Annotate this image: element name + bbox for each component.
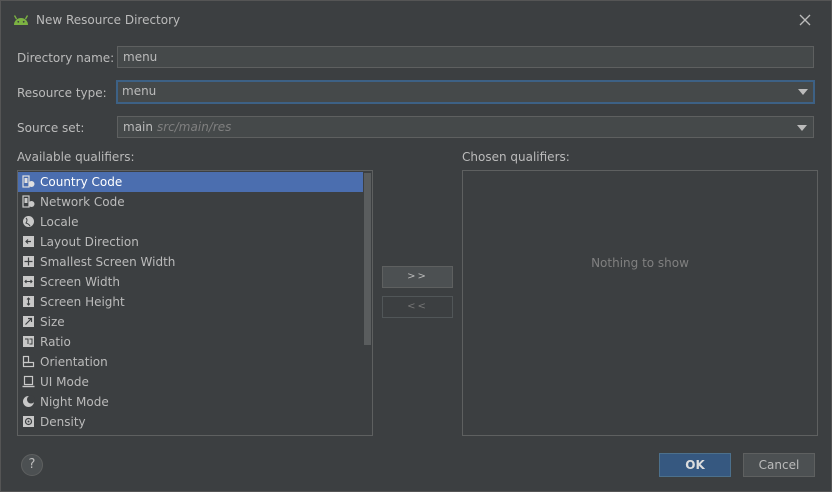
window-title: New Resource Directory <box>36 13 181 27</box>
orientation-icon <box>22 355 35 368</box>
country-code-icon <box>22 175 35 188</box>
add-qualifier-button[interactable]: >> <box>382 266 453 288</box>
source-set-value: main <box>123 120 153 134</box>
size-icon <box>23 316 34 327</box>
qualifier-item-orientation[interactable]: Orientation <box>18 352 363 372</box>
source-set-path-hint: src/main/res <box>156 120 232 134</box>
qualifier-item-density[interactable]: Density <box>18 412 363 432</box>
ratio-icon <box>23 336 34 347</box>
directory-name-input[interactable] <box>117 46 814 68</box>
screen-width-icon <box>23 276 34 287</box>
chevron-down-icon <box>798 89 808 95</box>
qualifier-item-size[interactable]: Size <box>18 312 363 332</box>
qualifier-item-night-mode[interactable]: Night Mode <box>18 392 363 412</box>
layout-direction-icon <box>23 236 34 247</box>
qualifier-label: Density <box>40 415 86 429</box>
qualifier-label: Layout Direction <box>40 235 139 249</box>
new-resource-directory-dialog: New Resource Directory Directory name: R… <box>0 0 832 492</box>
globe-icon <box>23 216 34 227</box>
qualifier-item-screen-height[interactable]: Screen Height <box>18 292 363 312</box>
chosen-qualifiers-list[interactable]: Nothing to show <box>462 170 818 436</box>
qualifier-item-screen-width[interactable]: Screen Width <box>18 272 363 292</box>
qualifier-label: Network Code <box>40 195 125 209</box>
smallest-width-icon <box>23 256 34 267</box>
qualifier-item-locale[interactable]: Locale <box>18 212 363 232</box>
ui-mode-icon <box>22 375 35 388</box>
source-set-select[interactable]: main src/main/res <box>117 116 814 138</box>
qualifier-item-country-code[interactable]: Country Code <box>18 172 363 192</box>
resource-type-value: menu <box>122 84 157 98</box>
help-button[interactable]: ? <box>21 454 43 476</box>
density-icon <box>23 416 34 427</box>
close-icon[interactable] <box>797 12 813 28</box>
scrollbar-thumb[interactable] <box>364 173 371 345</box>
qualifier-item-ui-mode[interactable]: UI Mode <box>18 372 363 392</box>
qualifier-label: Night Mode <box>40 395 109 409</box>
empty-list-message: Nothing to show <box>591 256 689 270</box>
qualifier-label: Screen Width <box>40 275 120 289</box>
qualifier-label: Ratio <box>40 335 71 349</box>
available-qualifiers-list[interactable]: Country Code Network Code Locale Layout … <box>17 170 373 436</box>
qualifier-label: Locale <box>40 215 79 229</box>
qualifier-item-ratio[interactable]: Ratio <box>18 332 363 352</box>
network-code-icon <box>22 195 35 208</box>
source-set-label: Source set: <box>17 121 85 135</box>
qualifiers-scrollbar[interactable] <box>363 171 372 435</box>
night-mode-icon <box>23 395 35 407</box>
qualifier-label: Orientation <box>40 355 108 369</box>
chosen-qualifiers-label: Chosen qualifiers: <box>462 150 570 164</box>
resource-type-select[interactable]: menu <box>116 80 815 104</box>
qualifier-label: Smallest Screen Width <box>40 255 176 269</box>
cancel-button[interactable]: Cancel <box>743 453 815 477</box>
qualifier-item-layout-direction[interactable]: Layout Direction <box>18 232 363 252</box>
qualifier-label: Size <box>40 315 65 329</box>
qualifier-label: Screen Height <box>40 295 125 309</box>
qualifier-item-smallest-screen-width[interactable]: Smallest Screen Width <box>18 252 363 272</box>
chevron-down-icon <box>797 125 807 131</box>
resource-type-label: Resource type: <box>17 86 107 100</box>
ok-button[interactable]: OK <box>659 453 731 477</box>
title-bar: New Resource Directory <box>1 1 831 39</box>
directory-name-label: Directory name: <box>17 51 115 65</box>
qualifier-label: Country Code <box>40 175 123 189</box>
android-icon <box>13 15 29 25</box>
remove-qualifier-button[interactable]: << <box>382 296 453 318</box>
qualifier-label: UI Mode <box>40 375 89 389</box>
available-qualifiers-label: Available qualifiers: <box>17 150 135 164</box>
screen-height-icon <box>23 296 34 307</box>
qualifier-item-network-code[interactable]: Network Code <box>18 192 363 212</box>
